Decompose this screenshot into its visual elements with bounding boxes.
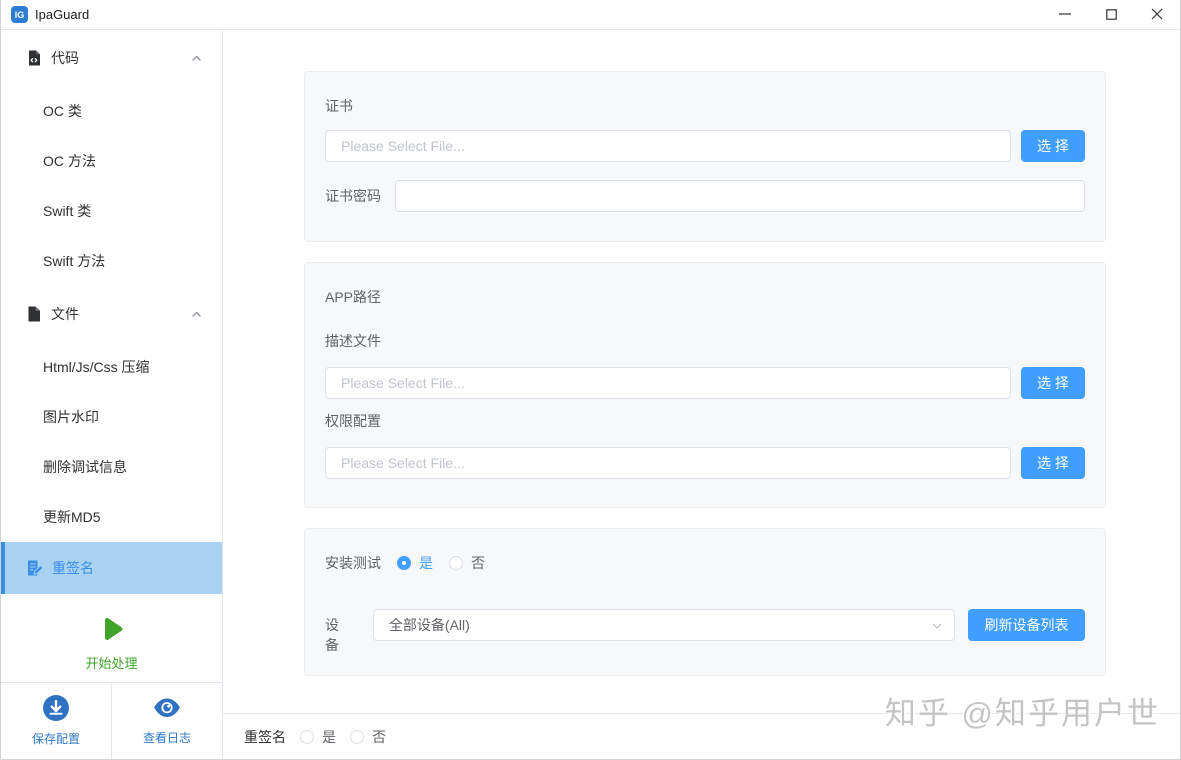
sidebar-item-label: OC 方法 (43, 153, 96, 169)
install-test-card: 安装测试 是 否 设备 全部设备(All) 刷新设备列表 (304, 528, 1106, 676)
maximize-button[interactable] (1088, 0, 1134, 29)
radio-label: 是 (419, 555, 433, 571)
device-select-value: 全部设备(All) (388, 617, 470, 633)
sidebar-item-remove-debug[interactable]: 删除调试信息 (1, 442, 222, 492)
radio-label: 是 (322, 729, 336, 745)
provision-profile-select-button[interactable]: 选 择 (1021, 367, 1085, 399)
main-content: 证书 选 择 证书密码 APP路径 描述文件 (223, 30, 1180, 759)
certificate-label: 证书 (325, 98, 353, 114)
close-button[interactable] (1134, 0, 1180, 29)
play-icon (100, 616, 124, 645)
document-icon (26, 306, 42, 322)
sidebar-item-html-compress[interactable]: Html/Js/Css 压缩 (1, 342, 222, 392)
app-title: IpaGuard (35, 7, 90, 22)
sidebar-item-image-watermark[interactable]: 图片水印 (1, 392, 222, 442)
resign-label: 重签名 (244, 729, 286, 745)
refresh-device-list-button[interactable]: 刷新设备列表 (968, 609, 1085, 641)
device-label: 设备 (325, 617, 339, 653)
app-path-label: APP路径 (325, 289, 382, 305)
certificate-password-label: 证书密码 (325, 188, 381, 204)
sidebar-item-label: Swift 方法 (43, 253, 106, 269)
install-test-radio-no[interactable]: 否 (449, 553, 485, 573)
provision-profile-label: 描述文件 (325, 333, 381, 349)
entitlement-label: 权限配置 (325, 413, 381, 429)
signature-icon (26, 559, 44, 577)
radio-icon (397, 556, 411, 570)
sidebar: 代码 OC 类 OC 方法 Swift 类 Swift 方法 文件 Html/J… (1, 30, 223, 759)
sidebar-group-code[interactable]: 代码 (1, 30, 222, 86)
app-window: IG IpaGuard 代码 OC 类 OC 方法 Swift 类 Swift … (0, 0, 1181, 760)
save-config-label: 保存配置 (31, 732, 80, 746)
sidebar-group-file[interactable]: 文件 (1, 286, 222, 342)
maximize-icon (1105, 7, 1117, 23)
save-config-button[interactable]: 保存配置 (1, 683, 112, 759)
entitlement-select-button[interactable]: 选 择 (1021, 447, 1085, 479)
view-log-label: 查看日志 (142, 731, 191, 745)
provision-profile-input[interactable] (325, 367, 1011, 399)
sidebar-item-swift-class[interactable]: Swift 类 (1, 186, 222, 236)
code-file-icon (26, 50, 42, 66)
certificate-select-button[interactable]: 选 择 (1021, 130, 1085, 162)
sidebar-item-label: Swift 类 (43, 203, 92, 219)
close-icon (1151, 7, 1163, 23)
sidebar-item-label: 图片水印 (43, 409, 99, 425)
minimize-icon (1059, 7, 1071, 23)
radio-icon (350, 730, 364, 744)
sidebar-item-label: 更新MD5 (43, 509, 101, 525)
sidebar-item-label: 重签名 (52, 560, 94, 576)
sidebar-group-label: 文件 (51, 306, 79, 322)
window-controls (1042, 0, 1180, 29)
titlebar: IG IpaGuard (1, 0, 1180, 30)
resign-radio-no[interactable]: 否 (350, 727, 386, 747)
start-process-button[interactable]: 开始处理 (1, 616, 222, 672)
view-log-icon (152, 696, 182, 723)
save-config-icon (43, 695, 69, 724)
resign-radio-yes[interactable]: 是 (300, 727, 336, 747)
app-path-card: APP路径 描述文件 选 择 权限配置 选 择 (304, 262, 1106, 508)
start-process-label: 开始处理 (85, 656, 138, 671)
sidebar-item-resign[interactable]: 重签名 (1, 542, 222, 594)
view-log-button[interactable]: 查看日志 (112, 683, 222, 759)
sidebar-item-update-md5[interactable]: 更新MD5 (1, 492, 222, 542)
chevron-down-icon (930, 619, 944, 633)
radio-icon (300, 730, 314, 744)
minimize-button[interactable] (1042, 0, 1088, 29)
entitlement-input[interactable] (325, 447, 1011, 479)
chevron-up-icon (190, 52, 203, 65)
sidebar-item-oc-class[interactable]: OC 类 (1, 86, 222, 136)
sidebar-item-label: 删除调试信息 (43, 459, 127, 475)
radio-label: 否 (471, 555, 485, 571)
sidebar-item-oc-method[interactable]: OC 方法 (1, 136, 222, 186)
sidebar-item-label: Html/Js/Css 压缩 (43, 359, 150, 375)
install-test-label: 安装测试 (325, 555, 381, 571)
app-logo: IG (11, 6, 28, 23)
sidebar-item-swift-method[interactable]: Swift 方法 (1, 236, 222, 286)
certificate-password-input[interactable] (395, 180, 1085, 212)
radio-label: 否 (372, 729, 386, 745)
sidebar-footer: 保存配置 查看日志 (1, 682, 222, 759)
radio-icon (449, 556, 463, 570)
sidebar-group-label: 代码 (51, 50, 79, 66)
device-select[interactable]: 全部设备(All) (372, 609, 955, 641)
certificate-file-input[interactable] (325, 130, 1011, 162)
certificate-card: 证书 选 择 证书密码 (304, 71, 1106, 242)
resign-section: 重签名 是 否 (223, 713, 1180, 747)
sidebar-item-label: OC 类 (43, 103, 82, 119)
chevron-up-icon (190, 308, 203, 321)
install-test-radio-yes[interactable]: 是 (397, 553, 433, 573)
